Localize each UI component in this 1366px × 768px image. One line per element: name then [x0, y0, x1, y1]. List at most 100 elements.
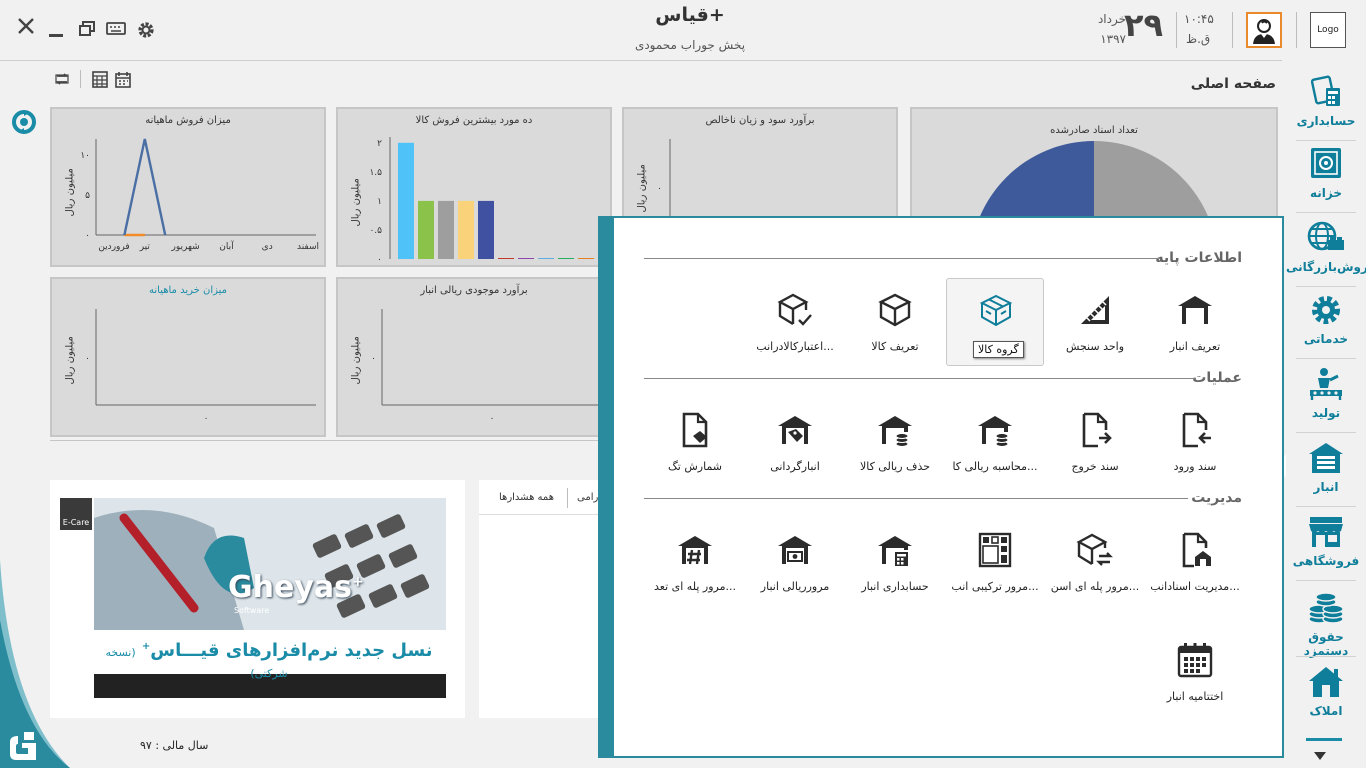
header-divider [0, 60, 1282, 61]
sidebar-item-safe[interactable]: خزانه [1286, 140, 1366, 210]
bar [518, 258, 534, 259]
restore-icon[interactable] [78, 20, 96, 38]
bar [578, 258, 594, 259]
series-line-primary [123, 138, 167, 236]
sidebar-item-globe[interactable]: فروش‌بازرگانی [1286, 214, 1366, 284]
menu-item[interactable]: مرور ترکیبی انب... [946, 518, 1044, 606]
bar [558, 258, 574, 259]
alerts-panel: همه هشدارها رامی [479, 480, 599, 718]
sidebar-item-house[interactable]: املاک [1286, 658, 1366, 728]
menu-item-label: مرور پله ای تعد... [654, 580, 736, 593]
gear-icon [1306, 292, 1346, 328]
x-tick: تیر [139, 242, 151, 252]
menu-item[interactable]: محاسبه ریالی کا... [946, 398, 1044, 486]
user-avatar[interactable] [1246, 12, 1282, 48]
x-tick: ۰ [204, 414, 209, 424]
close-icon[interactable] [16, 16, 36, 40]
menu-item[interactable]: تعریف انبار [1146, 278, 1244, 366]
section-divider [644, 258, 1160, 259]
menu-item[interactable]: گروه کالاگروه کالا [946, 278, 1044, 366]
menu-item[interactable]: مرور پله ای اسن... [1046, 518, 1144, 606]
ecare-badge[interactable]: E-Care [60, 498, 92, 530]
sidebar-item-warehouse[interactable]: انبار [1286, 434, 1366, 504]
menu-item[interactable]: حذف ریالی کالا [846, 398, 944, 486]
menu-item[interactable]: انبارگردانی [746, 398, 844, 486]
menu-item[interactable]: حسابداری انبار [846, 518, 944, 606]
y-tick: ۰ [377, 255, 382, 265]
divider [479, 514, 599, 515]
bar [398, 142, 414, 259]
menu-item[interactable]: واحد سنجش [1046, 278, 1144, 366]
gheyas-logo-icon [4, 728, 40, 764]
y-tick: ۰.۵ [369, 226, 382, 236]
divider [567, 488, 568, 508]
calendar-small-icon[interactable] [115, 71, 131, 88]
warehouse-coins-icon [975, 410, 1015, 450]
y-tick: ۰ [657, 184, 662, 194]
settings-gear-icon[interactable] [136, 20, 156, 40]
tab-all-alerts[interactable]: همه هشدارها [499, 492, 554, 503]
fiscal-year: سال مالی : ۹۷ [140, 739, 209, 752]
top-products-plot: ۰ ۰.۵ ۱ ۱.۵ ۲ [369, 137, 594, 265]
menu-item[interactable]: مدیریت اسنادانب... [1146, 518, 1244, 606]
menu-item[interactable]: سند خروج [1046, 398, 1144, 486]
minimize-icon[interactable] [48, 20, 64, 40]
clock-time: ۱۰:۴۵ [1184, 12, 1214, 26]
inventory-value-plot: ۰ ۰ [371, 309, 602, 424]
box-refresh-icon [1075, 530, 1115, 570]
chart-inventory-value: برآورد موجودی ریالی انبار میلیون ریال ۰ … [336, 277, 612, 437]
menu-item[interactable]: مرور پله ای تعد... [646, 518, 744, 606]
box-check-icon [775, 290, 815, 330]
menu-item-label: مرورریالی انبار [760, 580, 830, 593]
sidebar-divider [1296, 580, 1356, 581]
sync-icon[interactable] [10, 108, 38, 136]
bar [438, 200, 454, 259]
menu-item[interactable]: اختتامیه انبار [1146, 628, 1244, 716]
bar [538, 258, 554, 259]
sidebar-item-label: خدماتی [1303, 332, 1349, 346]
x-tick: دی [262, 242, 273, 252]
safe-icon [1306, 146, 1346, 182]
calculator-icon [1306, 74, 1346, 110]
menu-item-label: مدیریت اسنادانب... [1150, 580, 1240, 593]
ruler-icon [1075, 290, 1115, 330]
company-name: پخش جوراب محمودی [634, 38, 746, 52]
sidebar-item-coins[interactable]: حقوق دستمزد [1286, 584, 1366, 658]
sidebar-item-worker[interactable]: تولید [1286, 360, 1366, 430]
doc-in-icon [1175, 410, 1215, 450]
x-tick: شهریور [171, 242, 200, 252]
menu-item[interactable]: اعتبارکالادرانب... [746, 278, 844, 366]
menu-item[interactable]: مرورریالی انبار [746, 518, 844, 606]
menu-item[interactable]: شمارش تگ [646, 398, 744, 486]
divider [1232, 12, 1233, 48]
calculator-small-icon[interactable] [92, 71, 108, 88]
bar [478, 200, 494, 259]
refresh-layout-icon[interactable] [54, 71, 70, 87]
sidebar-item-gear[interactable]: خدماتی [1286, 286, 1366, 356]
popup-content: اطلاعات پایه تعریف انبار واحد سنجش گروه کال… [614, 218, 1282, 756]
warehouse-menu-popup: اطلاعات پایه تعریف انبار واحد سنجش گروه کال… [598, 216, 1284, 758]
menu-item-label: شمارش تگ [667, 460, 723, 473]
y-tick: ۱۰ [80, 151, 90, 161]
promo-banner[interactable]: E-Care Gheyas+ Software [50, 480, 465, 718]
chart-monthly-purchase: میزان خرید ماهیانه میلیون ریال ۰ ۰ [50, 277, 326, 437]
tab-other[interactable]: رامی [577, 492, 598, 503]
sidebar-item-shop[interactable]: فروشگاهی [1286, 508, 1366, 578]
warehouse-hash-icon [675, 530, 715, 570]
keyboard-icon[interactable] [106, 21, 126, 37]
menu-item-label: انبارگردانی [770, 460, 820, 473]
sidebar-divider [1296, 212, 1356, 213]
warehouse-cash-icon [775, 530, 815, 570]
clock-ampm: ق.ظ [1186, 32, 1211, 46]
menu-item[interactable]: تعریف کالا [846, 278, 944, 366]
user-icon [1253, 19, 1275, 44]
menu-item-label: مرور ترکیبی انب... [951, 580, 1039, 593]
sidebar-item-calculator[interactable]: حسابداری [1286, 68, 1366, 138]
sidebar-scroll-down-icon[interactable] [1314, 752, 1326, 760]
warehouse-coins-icon [875, 410, 915, 450]
doc-warehouse-icon [1175, 530, 1215, 570]
menu-item[interactable]: سند ورود [1146, 398, 1244, 486]
x-tick: آبان [219, 240, 234, 252]
y-tick: ۲ [377, 139, 382, 149]
section-divider [644, 378, 1196, 379]
